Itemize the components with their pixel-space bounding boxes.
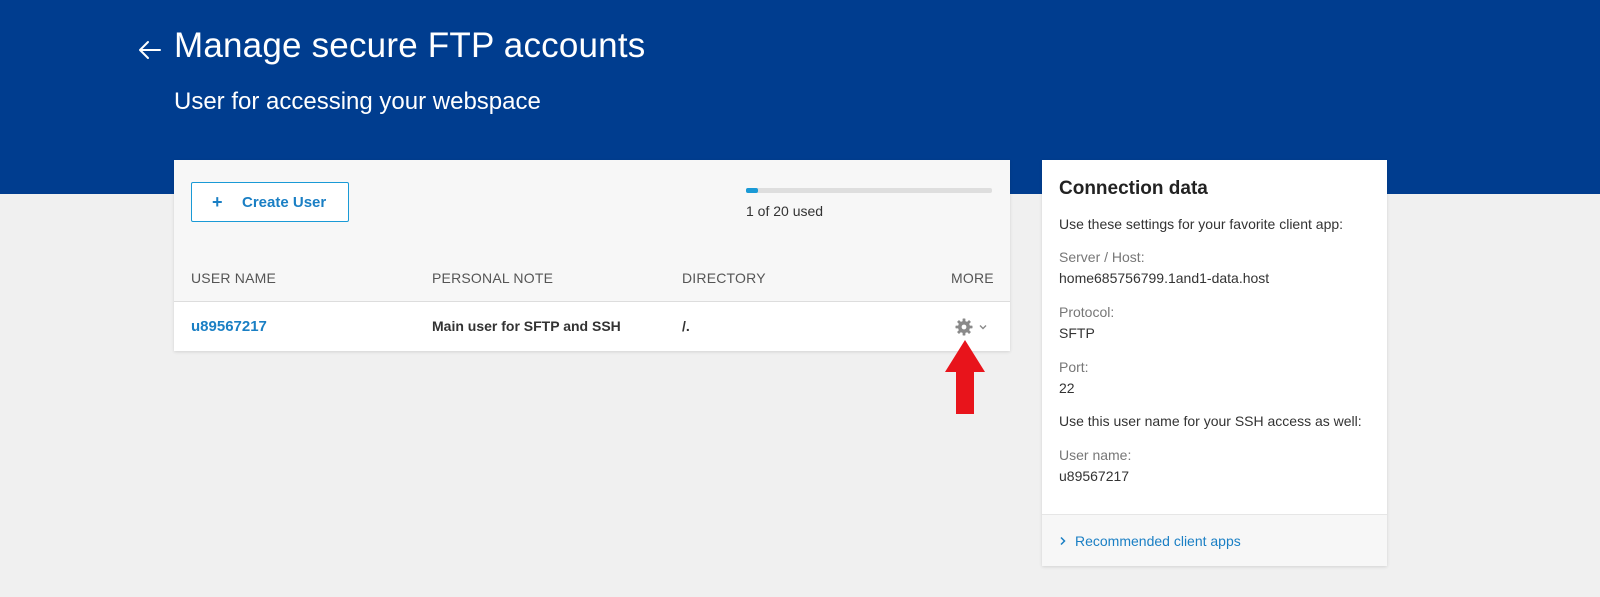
card-footer: Recommended client apps xyxy=(1042,514,1387,566)
arrow-left-icon[interactable] xyxy=(136,36,164,64)
ssh-note-text: Use this user name for your SSH access a… xyxy=(1059,413,1362,429)
usage-progress-track xyxy=(746,188,992,193)
usage-progress-fill xyxy=(746,188,759,193)
usage-meter: 1 of 20 used xyxy=(746,188,992,219)
plus-icon: + xyxy=(212,191,223,212)
gear-icon xyxy=(955,318,973,336)
connection-data-title: Connection data xyxy=(1059,178,1208,199)
chevron-right-icon xyxy=(1060,536,1066,546)
more-actions-button[interactable] xyxy=(954,316,994,338)
page-title: Manage secure FTP accounts xyxy=(174,26,646,65)
table-row: u89567217 Main user for SFTP and SSH /. xyxy=(174,302,1010,351)
user-name-link[interactable]: u89567217 xyxy=(191,318,267,335)
table-header: USER NAME PERSONAL NOTE DIRECTORY MORE xyxy=(174,270,1010,302)
port-value: 22 xyxy=(1059,380,1075,396)
server-value: home685756799.1and1-data.host xyxy=(1059,270,1270,286)
username-label: User name: xyxy=(1059,447,1132,463)
connection-intro-text: Use these settings for your favorite cli… xyxy=(1059,216,1344,232)
username-value: u89567217 xyxy=(1059,468,1130,484)
red-annotation-arrow-icon xyxy=(945,340,985,414)
create-user-label: Create User xyxy=(242,193,327,211)
column-header-user-name: USER NAME xyxy=(191,270,277,286)
connection-data-card: Connection data Use these settings for y… xyxy=(1042,160,1387,566)
recommended-client-apps-link[interactable]: Recommended client apps xyxy=(1059,533,1241,549)
protocol-value: SFTP xyxy=(1059,325,1095,341)
sftp-users-panel: + Create User 1 of 20 used USER NAME PER… xyxy=(174,160,1010,351)
create-user-button[interactable]: + Create User xyxy=(191,182,349,222)
recommended-client-apps-label: Recommended client apps xyxy=(1075,533,1241,549)
port-label: Port: xyxy=(1059,359,1089,375)
chevron-down-icon xyxy=(979,325,987,330)
column-header-more: MORE xyxy=(951,270,994,286)
protocol-label: Protocol: xyxy=(1059,304,1115,320)
personal-note-cell: Main user for SFTP and SSH xyxy=(432,318,621,334)
column-header-personal-note: PERSONAL NOTE xyxy=(432,270,554,286)
server-label: Server / Host: xyxy=(1059,249,1145,265)
page-subtitle: User for accessing your webspace xyxy=(174,88,541,115)
directory-cell: /. xyxy=(682,318,690,334)
usage-label: 1 of 20 used xyxy=(746,203,824,219)
column-header-directory: DIRECTORY xyxy=(682,270,766,286)
